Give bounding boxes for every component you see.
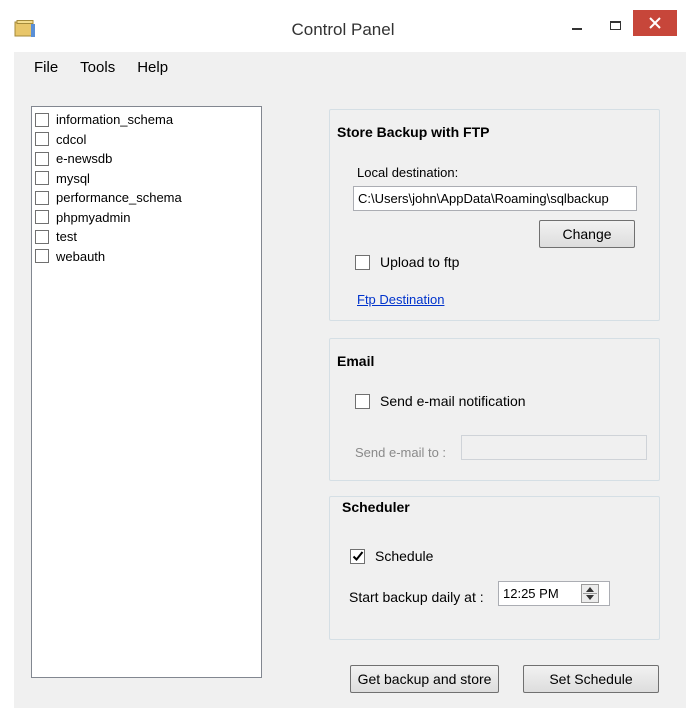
time-spinner[interactable] <box>581 584 599 603</box>
ftp-group-title: Store Backup with FTP <box>337 124 490 140</box>
database-list[interactable]: information_schema cdcol e-newsdb mysql … <box>31 106 262 678</box>
database-name: e-newsdb <box>56 151 113 167</box>
start-time-value[interactable]: 12:25 PM <box>499 586 579 601</box>
database-name: test <box>56 229 77 245</box>
checkbox[interactable] <box>35 171 49 186</box>
menu-help[interactable]: Help <box>137 59 168 76</box>
email-notification-checkbox[interactable] <box>355 393 370 409</box>
local-destination-label: Local destination: <box>357 165 459 180</box>
database-name: performance_schema <box>56 190 182 206</box>
database-name: cdcol <box>56 131 87 147</box>
minimize-button[interactable] <box>562 12 592 38</box>
close-icon <box>649 17 661 29</box>
checkbox[interactable] <box>35 249 49 264</box>
start-time-picker[interactable]: 12:25 PM <box>498 581 610 606</box>
list-item[interactable]: phpmyadmin <box>35 208 261 228</box>
get-backup-button[interactable]: Get backup and store <box>350 665 499 693</box>
list-item[interactable]: mysql <box>35 169 261 189</box>
email-notification-label: Send e-mail notification <box>380 393 526 409</box>
schedule-checkbox[interactable] <box>350 548 365 564</box>
checkbox[interactable] <box>35 112 49 127</box>
set-schedule-button[interactable]: Set Schedule <box>523 665 659 693</box>
database-name: webauth <box>56 248 106 264</box>
local-destination-field[interactable]: C:\Users\john\AppData\Roaming\sqlbackup <box>353 186 637 211</box>
ftp-group: Store Backup with FTP Local destination:… <box>329 109 660 321</box>
scheduler-group-title: Scheduler <box>342 499 410 515</box>
database-name: phpmyadmin <box>56 209 131 225</box>
list-item[interactable]: cdcol <box>35 130 261 150</box>
spin-down-icon[interactable] <box>586 595 594 600</box>
schedule-option[interactable]: Schedule <box>350 548 433 564</box>
upload-ftp-label: Upload to ftp <box>380 254 460 270</box>
maximize-button[interactable] <box>600 12 630 38</box>
change-button[interactable]: Change <box>539 220 635 248</box>
list-item[interactable]: information_schema <box>35 110 261 130</box>
list-item[interactable]: performance_schema <box>35 188 261 208</box>
upload-ftp-checkbox[interactable] <box>355 254 370 270</box>
menu-file[interactable]: File <box>34 59 58 76</box>
list-item[interactable]: webauth <box>35 247 261 267</box>
checkbox[interactable] <box>35 151 49 166</box>
maximize-icon <box>609 20 621 30</box>
checkbox[interactable] <box>35 190 49 205</box>
send-to-label: Send e-mail to : <box>355 445 447 460</box>
checkbox[interactable] <box>35 210 49 225</box>
client-area: information_schema cdcol e-newsdb mysql … <box>14 82 686 708</box>
ftp-destination-link[interactable]: Ftp Destination <box>357 292 444 307</box>
list-item[interactable]: test <box>35 227 261 247</box>
checkbox[interactable] <box>35 229 49 244</box>
close-button[interactable] <box>633 10 677 36</box>
list-item[interactable]: e-newsdb <box>35 149 261 169</box>
menu-bar: File Tools Help <box>14 52 686 82</box>
database-name: mysql <box>56 170 90 186</box>
email-group: Email Send e-mail notification Send e-ma… <box>329 338 660 481</box>
scheduler-group: Scheduler Schedule Start backup daily at… <box>329 496 660 640</box>
checkmark-icon <box>352 551 363 561</box>
checkbox[interactable] <box>35 132 49 147</box>
menu-tools[interactable]: Tools <box>80 59 115 76</box>
start-backup-label: Start backup daily at : <box>349 589 484 605</box>
upload-ftp-option[interactable]: Upload to ftp <box>355 254 459 270</box>
email-address-field[interactable] <box>461 435 647 460</box>
title-bar: Control Panel <box>0 0 686 52</box>
email-notification-option[interactable]: Send e-mail notification <box>355 393 526 409</box>
schedule-label: Schedule <box>375 548 434 564</box>
email-group-title: Email <box>337 353 375 369</box>
spin-up-icon[interactable] <box>586 587 594 592</box>
minimize-icon <box>572 28 582 30</box>
database-name: information_schema <box>56 112 174 128</box>
